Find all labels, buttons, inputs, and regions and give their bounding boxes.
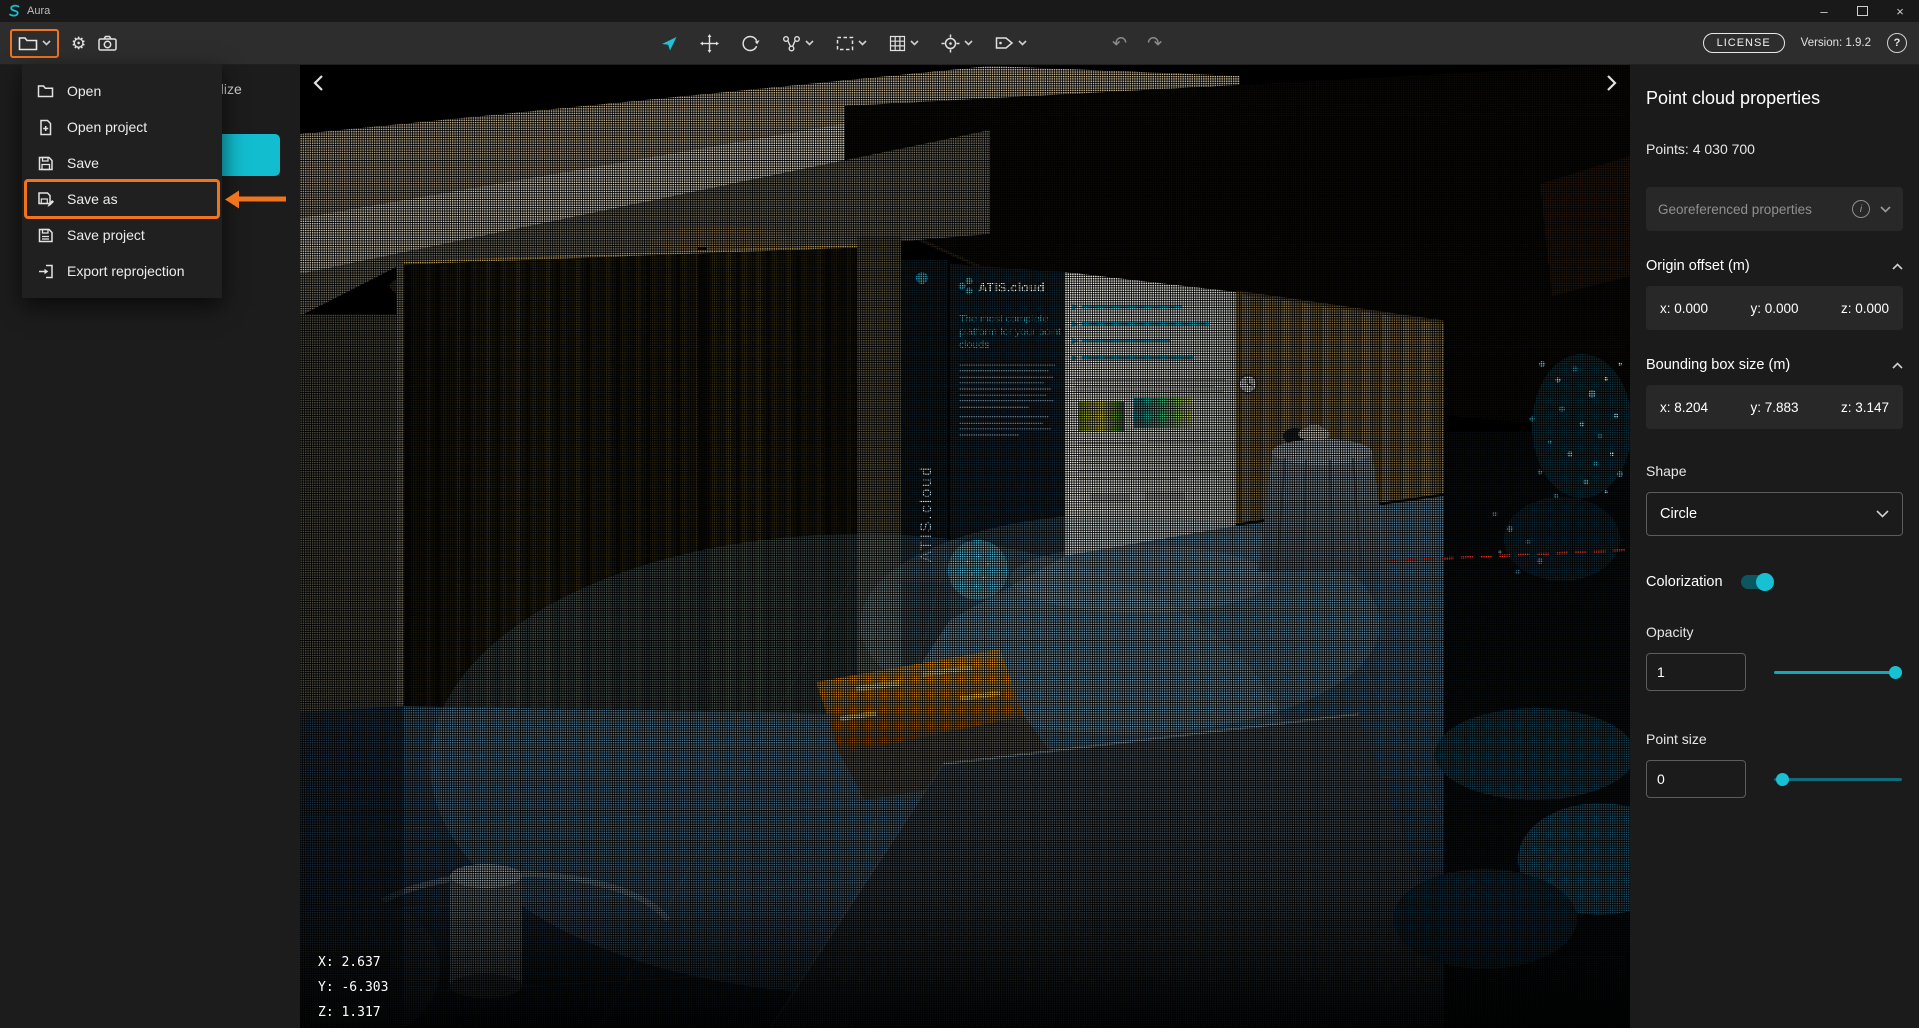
bbox-z: z: 3.147 [1841, 400, 1889, 415]
menu-item-save-project[interactable]: Save project [22, 217, 222, 253]
menu-item-save[interactable]: Save [22, 145, 222, 181]
toggle-knob [1756, 573, 1774, 591]
file-menu-button[interactable] [10, 29, 59, 58]
panel-title: Point cloud properties [1646, 88, 1903, 109]
info-icon[interactable]: i [1852, 200, 1870, 218]
save-floppy-icon [37, 155, 54, 172]
opacity-label: Opacity [1646, 624, 1903, 640]
origin-y: y: 0.000 [1750, 301, 1798, 316]
navigate-tool-button[interactable] [660, 34, 678, 52]
undo-button[interactable]: ↶ [1112, 34, 1127, 52]
colorization-label: Colorization [1646, 574, 1723, 590]
minimize-button[interactable]: – [1805, 0, 1843, 22]
crosshair-focus-icon [941, 34, 960, 53]
file-plus-icon [37, 119, 54, 136]
selection-tool-button[interactable] [836, 36, 867, 51]
coord-z: Z: 1.317 [310, 1002, 389, 1023]
points-count: Points: 4 030 700 [1646, 141, 1903, 157]
navigation-pointer-icon [660, 34, 678, 52]
coord-y: Y: -6.303 [310, 977, 396, 998]
bbox-x: x: 8.204 [1660, 400, 1708, 415]
nodes-icon [782, 35, 801, 52]
colorization-toggle[interactable] [1741, 575, 1771, 589]
save-project-icon [37, 227, 54, 244]
chevron-down-icon [1018, 40, 1027, 46]
bounding-box-values: x: 8.204 y: 7.883 z: 3.147 [1646, 385, 1903, 429]
chevron-down-icon [858, 40, 867, 46]
cursor-coordinates: X: 2.637 Y: -6.303 Z: 1.317 [310, 948, 396, 1023]
menu-item-export-reprojection[interactable]: Export reprojection [22, 253, 222, 289]
toolbar: ⚙ [0, 22, 1919, 65]
chevron-down-icon [1876, 510, 1889, 518]
redo-icon: ↷ [1147, 34, 1162, 52]
bounding-box-header[interactable]: Bounding box size (m) [1646, 357, 1903, 373]
opacity-slider[interactable] [1774, 664, 1902, 680]
file-menu: Open Open project Save Save as Save proj… [22, 64, 222, 298]
opacity-slider-knob[interactable] [1889, 666, 1902, 679]
chevron-down-icon [805, 40, 814, 46]
orbit-rotate-icon [741, 34, 760, 53]
pan-tool-button[interactable] [700, 34, 719, 53]
origin-offset-header[interactable]: Origin offset (m) [1646, 258, 1903, 274]
origin-z: z: 0.000 [1841, 301, 1889, 316]
settings-button[interactable]: ⚙ [71, 35, 86, 52]
point-size-label: Point size [1646, 731, 1903, 747]
scene-graph-button[interactable] [782, 35, 814, 52]
georeferenced-section[interactable]: Georeferenced properties i [1646, 187, 1903, 231]
chevron-down-icon [42, 40, 51, 46]
point-size-slider[interactable] [1774, 771, 1902, 787]
chevron-down-icon [910, 40, 919, 46]
camera-icon [98, 35, 117, 51]
orbit-tool-button[interactable] [741, 34, 760, 53]
shape-dropdown[interactable]: Circle [1646, 492, 1903, 536]
menu-item-save-as[interactable]: Save as [22, 181, 222, 217]
grid-tool-button[interactable] [889, 35, 919, 52]
chevron-up-icon [1892, 263, 1903, 270]
version-label: Version: 1.9.2 [1801, 37, 1871, 49]
annotation-tool-button[interactable] [995, 35, 1027, 51]
folder-icon [37, 83, 54, 99]
chevron-up-icon [1892, 362, 1903, 369]
menu-item-open-project[interactable]: Open project [22, 109, 222, 145]
maximize-icon [1857, 6, 1868, 16]
maximize-button[interactable] [1843, 0, 1881, 22]
point-size-input[interactable] [1646, 760, 1746, 798]
gear-icon: ⚙ [71, 35, 86, 52]
export-icon [37, 263, 54, 280]
app-logo-icon [7, 4, 21, 18]
3d-viewport[interactable]: ATIS.cloud ATIS.cloud The most complete … [300, 64, 1630, 1028]
undo-icon: ↶ [1112, 34, 1127, 52]
menu-item-open[interactable]: Open [22, 73, 222, 109]
origin-offset-values: x: 0.000 y: 0.000 z: 0.000 [1646, 286, 1903, 330]
chevron-down-icon [964, 40, 973, 46]
help-button[interactable]: ? [1887, 33, 1907, 53]
license-button[interactable]: LICENSE [1703, 33, 1785, 53]
selection-rect-icon [836, 36, 854, 51]
properties-panel: Point cloud properties Points: 4 030 700… [1630, 64, 1919, 1028]
chevron-down-icon [1880, 206, 1891, 213]
save-as-floppy-pencil-icon [37, 191, 54, 208]
folder-icon [18, 36, 38, 51]
shape-label: Shape [1646, 463, 1903, 479]
point-size-slider-knob[interactable] [1776, 773, 1789, 786]
opacity-input[interactable] [1646, 653, 1746, 691]
coord-x: X: 2.637 [310, 952, 389, 973]
point-cloud-canvas[interactable]: ATIS.cloud ATIS.cloud The most complete … [300, 64, 1630, 1028]
bbox-y: y: 7.883 [1750, 400, 1798, 415]
titlebar: Aura – × [0, 0, 1919, 22]
app-title: Aura [27, 5, 50, 17]
close-button[interactable]: × [1881, 0, 1919, 22]
tag-icon [995, 35, 1014, 51]
move-arrows-icon [700, 34, 719, 53]
origin-x: x: 0.000 [1660, 301, 1708, 316]
screenshot-button[interactable] [98, 35, 117, 51]
collapse-left-panel-chevron[interactable] [312, 74, 324, 92]
focus-tool-button[interactable] [941, 34, 973, 53]
grid-icon [889, 35, 906, 52]
collapse-right-panel-chevron[interactable] [1606, 74, 1618, 92]
redo-button[interactable]: ↷ [1147, 34, 1162, 52]
